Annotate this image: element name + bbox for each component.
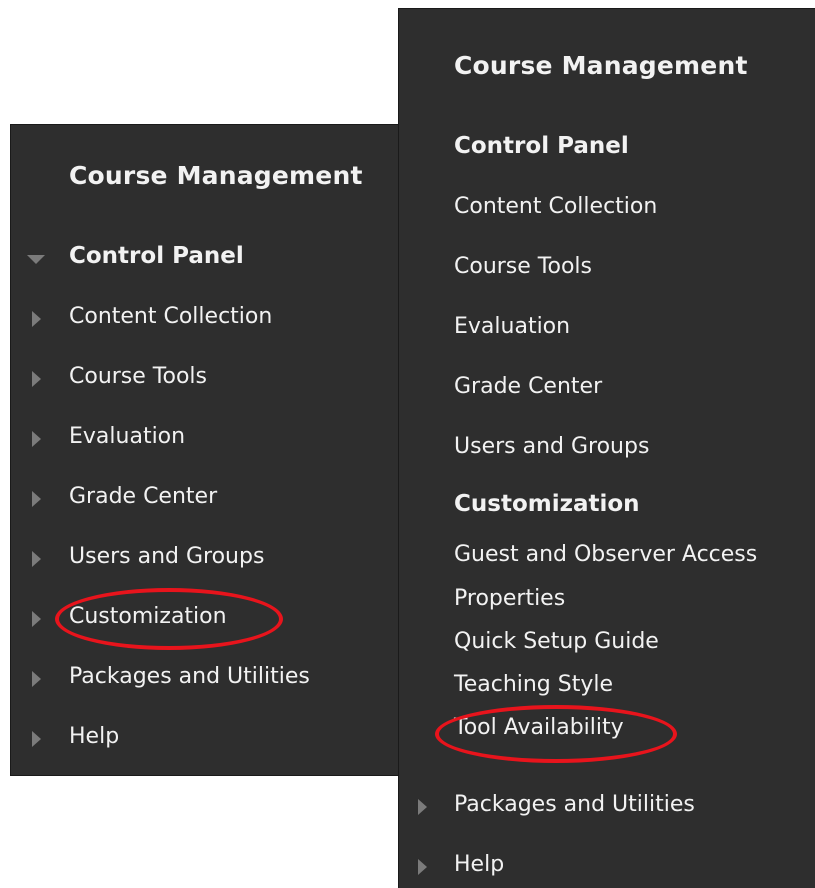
- highlight-circle-customization: [55, 588, 283, 650]
- menu-item-label: Course Tools: [69, 364, 207, 389]
- course-management-title: Course Management: [69, 161, 363, 190]
- expand-arrow-icon: [32, 311, 41, 327]
- menu-item-label: Help: [454, 852, 505, 877]
- course-management-title: Course Management: [454, 51, 748, 80]
- expand-arrow-icon: [32, 551, 41, 567]
- course-management-panel-expanded: Course Management Control Panel Content …: [398, 8, 815, 888]
- menu-item-label: Packages and Utilities: [454, 792, 695, 817]
- submenu-item-quick-setup-guide[interactable]: Quick Setup Guide: [454, 629, 659, 654]
- menu-item-label: Evaluation: [69, 424, 186, 449]
- expand-arrow-icon: [32, 371, 41, 387]
- submenu-item-guest-and-observer-access[interactable]: Guest and Observer Access: [454, 542, 757, 567]
- expand-arrow-icon: [418, 859, 427, 875]
- control-panel-header[interactable]: Control Panel: [11, 239, 430, 279]
- menu-item-course-tools[interactable]: Course Tools: [11, 359, 430, 399]
- menu-item-label: Content Collection: [69, 304, 273, 329]
- expand-arrow-icon: [32, 731, 41, 747]
- menu-item-label: Packages and Utilities: [69, 664, 310, 689]
- submenu-item-teaching-style[interactable]: Teaching Style: [454, 672, 613, 697]
- menu-item-label: Grade Center: [69, 484, 218, 509]
- collapse-arrow-icon: [27, 255, 45, 264]
- submenu-item-properties[interactable]: Properties: [454, 586, 565, 611]
- menu-item-label: Users and Groups: [69, 544, 265, 569]
- control-panel-label: Control Panel: [69, 243, 244, 269]
- menu-item-evaluation[interactable]: Evaluation: [454, 314, 570, 339]
- control-panel-label[interactable]: Control Panel: [454, 133, 629, 159]
- menu-item-course-tools[interactable]: Course Tools: [454, 254, 592, 279]
- menu-item-users-and-groups[interactable]: Users and Groups: [454, 434, 649, 459]
- menu-item-packages-and-utilities[interactable]: Packages and Utilities: [11, 659, 430, 699]
- expand-arrow-icon: [32, 611, 41, 627]
- menu-item-grade-center[interactable]: Grade Center: [11, 479, 430, 519]
- expand-arrow-icon: [32, 491, 41, 507]
- menu-item-help[interactable]: Help: [399, 847, 815, 887]
- menu-item-content-collection[interactable]: Content Collection: [454, 194, 657, 219]
- menu-item-evaluation[interactable]: Evaluation: [11, 419, 430, 459]
- menu-item-content-collection[interactable]: Content Collection: [11, 299, 430, 339]
- expand-arrow-icon: [418, 799, 427, 815]
- highlight-circle-tool-availability: [435, 705, 677, 763]
- course-management-panel-collapsed: Course Management Control Panel Content …: [10, 124, 431, 776]
- menu-item-label: Help: [69, 724, 120, 749]
- expand-arrow-icon: [32, 431, 41, 447]
- expand-arrow-icon: [32, 671, 41, 687]
- menu-item-users-and-groups[interactable]: Users and Groups: [11, 539, 430, 579]
- customization-heading[interactable]: Customization: [454, 491, 640, 517]
- menu-item-packages-and-utilities[interactable]: Packages and Utilities: [399, 787, 815, 827]
- menu-item-grade-center[interactable]: Grade Center: [454, 374, 602, 399]
- menu-item-help[interactable]: Help: [11, 719, 430, 759]
